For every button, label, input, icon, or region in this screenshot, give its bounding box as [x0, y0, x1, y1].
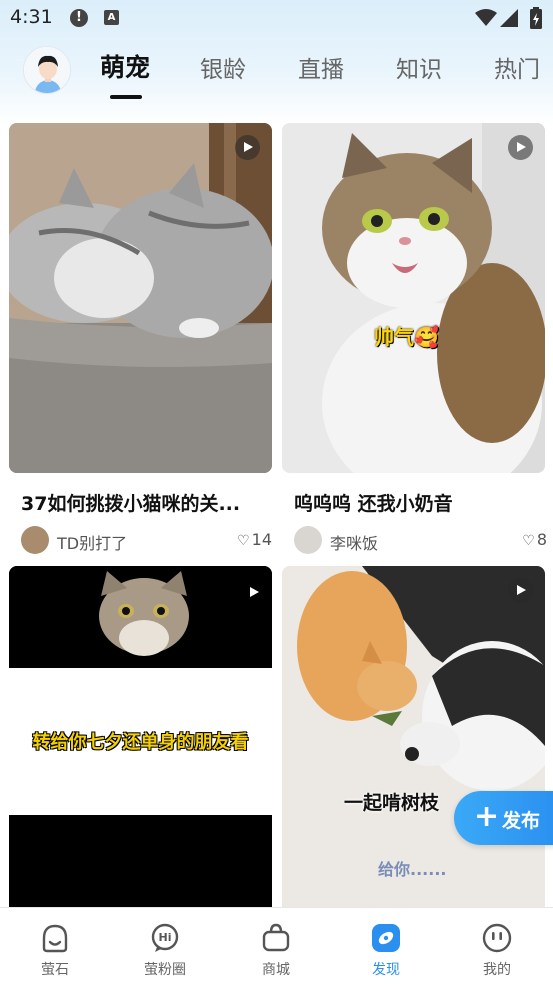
signal-icon [500, 9, 518, 27]
video-caption: 帅气🥰 [374, 325, 439, 349]
tab-knowledge[interactable]: 知识 [396, 50, 442, 84]
video-thumbnail[interactable]: 帅气🥰 [282, 123, 545, 473]
feed-card[interactable]: 转给你七夕还单身的朋友看 [9, 566, 272, 907]
play-icon [235, 135, 260, 160]
face-icon [42, 924, 68, 953]
cats-cuddling-image [9, 123, 272, 473]
notification-a-icon: A [104, 10, 119, 25]
publish-label: 发布 [502, 810, 541, 832]
publish-button[interactable]: + 发布 [454, 791, 553, 845]
nav-item-yingshi[interactable]: 萤石 [0, 908, 110, 984]
svg-text:Hi: Hi [159, 931, 172, 944]
like-count[interactable]: ♡ 8 [522, 530, 547, 549]
shopping-bag-icon [262, 923, 290, 952]
cat-meowing-image [282, 123, 545, 473]
tab-seniors[interactable]: 银龄 [200, 50, 246, 84]
alert-icon: ! [70, 9, 88, 27]
card-title[interactable]: 37如何挑拨小猫咪的关... [21, 489, 261, 516]
play-icon [508, 578, 533, 603]
wifi-icon [475, 9, 497, 26]
video-thumbnail[interactable] [9, 123, 272, 473]
nav-label: 萤石 [41, 962, 69, 978]
nav-label: 商城 [262, 962, 290, 978]
tab-popular[interactable]: 热门 [494, 50, 553, 84]
battery-icon [530, 7, 542, 29]
card-meta: 李咪饭 ♡ 8 [282, 526, 547, 556]
active-tab-indicator [110, 95, 142, 99]
author-name[interactable]: TD别打了 [57, 530, 127, 554]
profile-icon [482, 923, 512, 953]
bottom-navigation: 萤石 Hi 萤粉圈 商城 发现 我的 [0, 907, 553, 984]
plus-icon: + [474, 799, 500, 834]
status-time: 4:31 [10, 6, 53, 28]
feed-card[interactable]: 帅气🥰 呜呜呜 还我小奶音 李咪饭 ♡ 8 [282, 123, 547, 556]
nav-item-fans-circle[interactable]: Hi 萤粉圈 [110, 908, 220, 984]
status-bar: 4:31 ! A [0, 0, 553, 40]
card-title[interactable]: 呜呜呜 还我小奶音 [294, 489, 534, 516]
author-avatar[interactable] [21, 526, 49, 554]
card-meta: TD别打了 ♡ 14 [9, 526, 272, 556]
nav-label: 萤粉圈 [144, 962, 186, 978]
video-thumbnail[interactable]: 转给你七夕还单身的朋友看 [9, 566, 272, 907]
nav-label: 我的 [483, 962, 511, 978]
feed-card[interactable]: 一起啃树枝 给你...... [282, 566, 545, 907]
video-caption: 一起啃树枝 [344, 792, 440, 814]
video-caption: 转给你七夕还单身的朋友看 [32, 732, 249, 753]
nav-item-mine[interactable]: 我的 [442, 908, 552, 984]
video-thumbnail[interactable]: 一起啃树枝 给你...... [282, 566, 545, 907]
heart-icon: ♡ [237, 533, 250, 549]
author-avatar[interactable] [294, 526, 322, 554]
video-caption-secondary: 给你...... [378, 860, 447, 879]
heart-icon: ♡ [522, 533, 535, 549]
play-icon [508, 135, 533, 160]
tab-live[interactable]: 直播 [298, 50, 344, 84]
nav-label: 发现 [372, 962, 400, 978]
nav-item-discover[interactable]: 发现 [331, 908, 441, 984]
user-avatar[interactable] [23, 46, 71, 94]
chat-hi-icon: Hi [151, 923, 179, 952]
play-icon [241, 580, 266, 605]
discover-icon [372, 924, 400, 952]
tab-pets[interactable]: 萌宠 [100, 48, 150, 84]
feed-card[interactable]: 37如何挑拨小猫咪的关... TD别打了 ♡ 14 [9, 123, 272, 556]
like-count[interactable]: ♡ 14 [237, 530, 272, 549]
nav-item-mall[interactable]: 商城 [221, 908, 331, 984]
author-name[interactable]: 李咪饭 [330, 530, 378, 554]
